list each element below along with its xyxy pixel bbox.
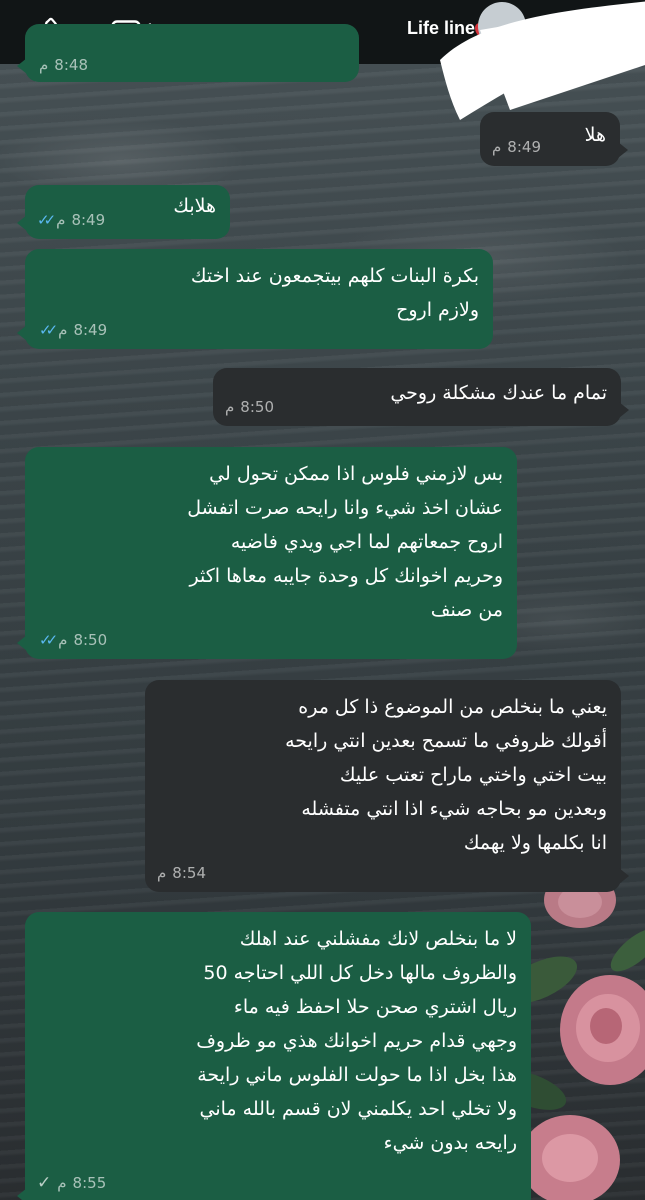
sent-check-icon: ✓	[37, 1173, 52, 1193]
message-meta: م 8:48	[39, 56, 88, 74]
read-receipt-ticks-icon: ✓✓	[39, 321, 58, 339]
message-text: بس لازمني فلوس اذا ممكن تحول لي عشان اخذ…	[187, 463, 503, 621]
message-bubble-outgoing[interactable]: لا ما بنخلص لانك مفشلني عند اهلك والظروف…	[17, 912, 531, 1200]
message-period: م	[56, 211, 66, 229]
bubble-tail	[17, 1188, 27, 1200]
read-receipt-ticks-icon: ✓✓	[37, 211, 56, 229]
message-bubble-outgoing[interactable]: هلابك ✓✓ م 8:49	[17, 185, 230, 239]
message-meta: م 8:50	[225, 398, 274, 416]
message-meta: ✓✓ م 8:50	[39, 631, 107, 649]
message-meta: م 8:49	[492, 138, 541, 156]
message-time: 8:50	[73, 631, 108, 649]
bubble-tail	[619, 402, 629, 418]
message-time: 8:48	[54, 56, 88, 74]
message-time: 8:54	[172, 864, 206, 882]
message-bubble-outgoing[interactable]: م 8:48	[17, 24, 359, 82]
bubble-tail	[17, 215, 27, 231]
message-bubble-outgoing[interactable]: بس لازمني فلوس اذا ممكن تحول لي عشان اخذ…	[17, 447, 517, 659]
message-meta: ✓✓ م 8:49	[39, 321, 107, 339]
redaction-scribble	[440, 1, 645, 120]
message-bubble-incoming[interactable]: تمام ما عندك مشكلة روحي م 8:50	[213, 368, 629, 426]
message-time: 8:49	[71, 211, 106, 229]
bubble-tail	[17, 325, 27, 341]
message-bubble-incoming[interactable]: هلا م 8:49	[480, 112, 628, 166]
message-text: تمام ما عندك مشكلة روحي	[390, 382, 607, 404]
message-period: م	[57, 1174, 67, 1192]
message-time: 8:49	[73, 321, 108, 339]
message-bubble-outgoing[interactable]: بكرة البنات كلهم بيتجمعون عند اختك ولازم…	[17, 249, 493, 349]
message-period: م	[225, 398, 235, 416]
message-period: م	[492, 138, 502, 156]
message-period: م	[39, 56, 49, 74]
message-period: م	[58, 321, 68, 339]
message-time: 8:55	[72, 1174, 107, 1192]
message-meta: ✓ م 8:55	[37, 1174, 106, 1192]
bubble-tail	[618, 142, 628, 158]
message-meta: م 8:54	[157, 864, 206, 882]
bubble-tail	[17, 635, 27, 651]
message-text: هلا	[584, 124, 606, 146]
message-period: م	[157, 864, 167, 882]
bubble-tail	[619, 868, 629, 884]
message-text: يعني ما بنخلص من الموضوع ذا كل مره أقولك…	[285, 696, 607, 854]
message-text: هلابك	[173, 195, 216, 217]
message-text: لا ما بنخلص لانك مفشلني عند اهلك والظروف…	[196, 928, 517, 1154]
message-bubble-incoming[interactable]: يعني ما بنخلص من الموضوع ذا كل مره أقولك…	[145, 680, 629, 892]
read-receipt-ticks-icon: ✓✓	[39, 631, 58, 649]
bubble-tail	[17, 58, 27, 74]
message-period: م	[58, 631, 68, 649]
message-time: 8:49	[507, 138, 541, 156]
message-meta: ✓✓ م 8:49	[37, 211, 105, 229]
message-time: 8:50	[240, 398, 274, 416]
message-text: بكرة البنات كلهم بيتجمعون عند اختك ولازم…	[190, 265, 479, 321]
